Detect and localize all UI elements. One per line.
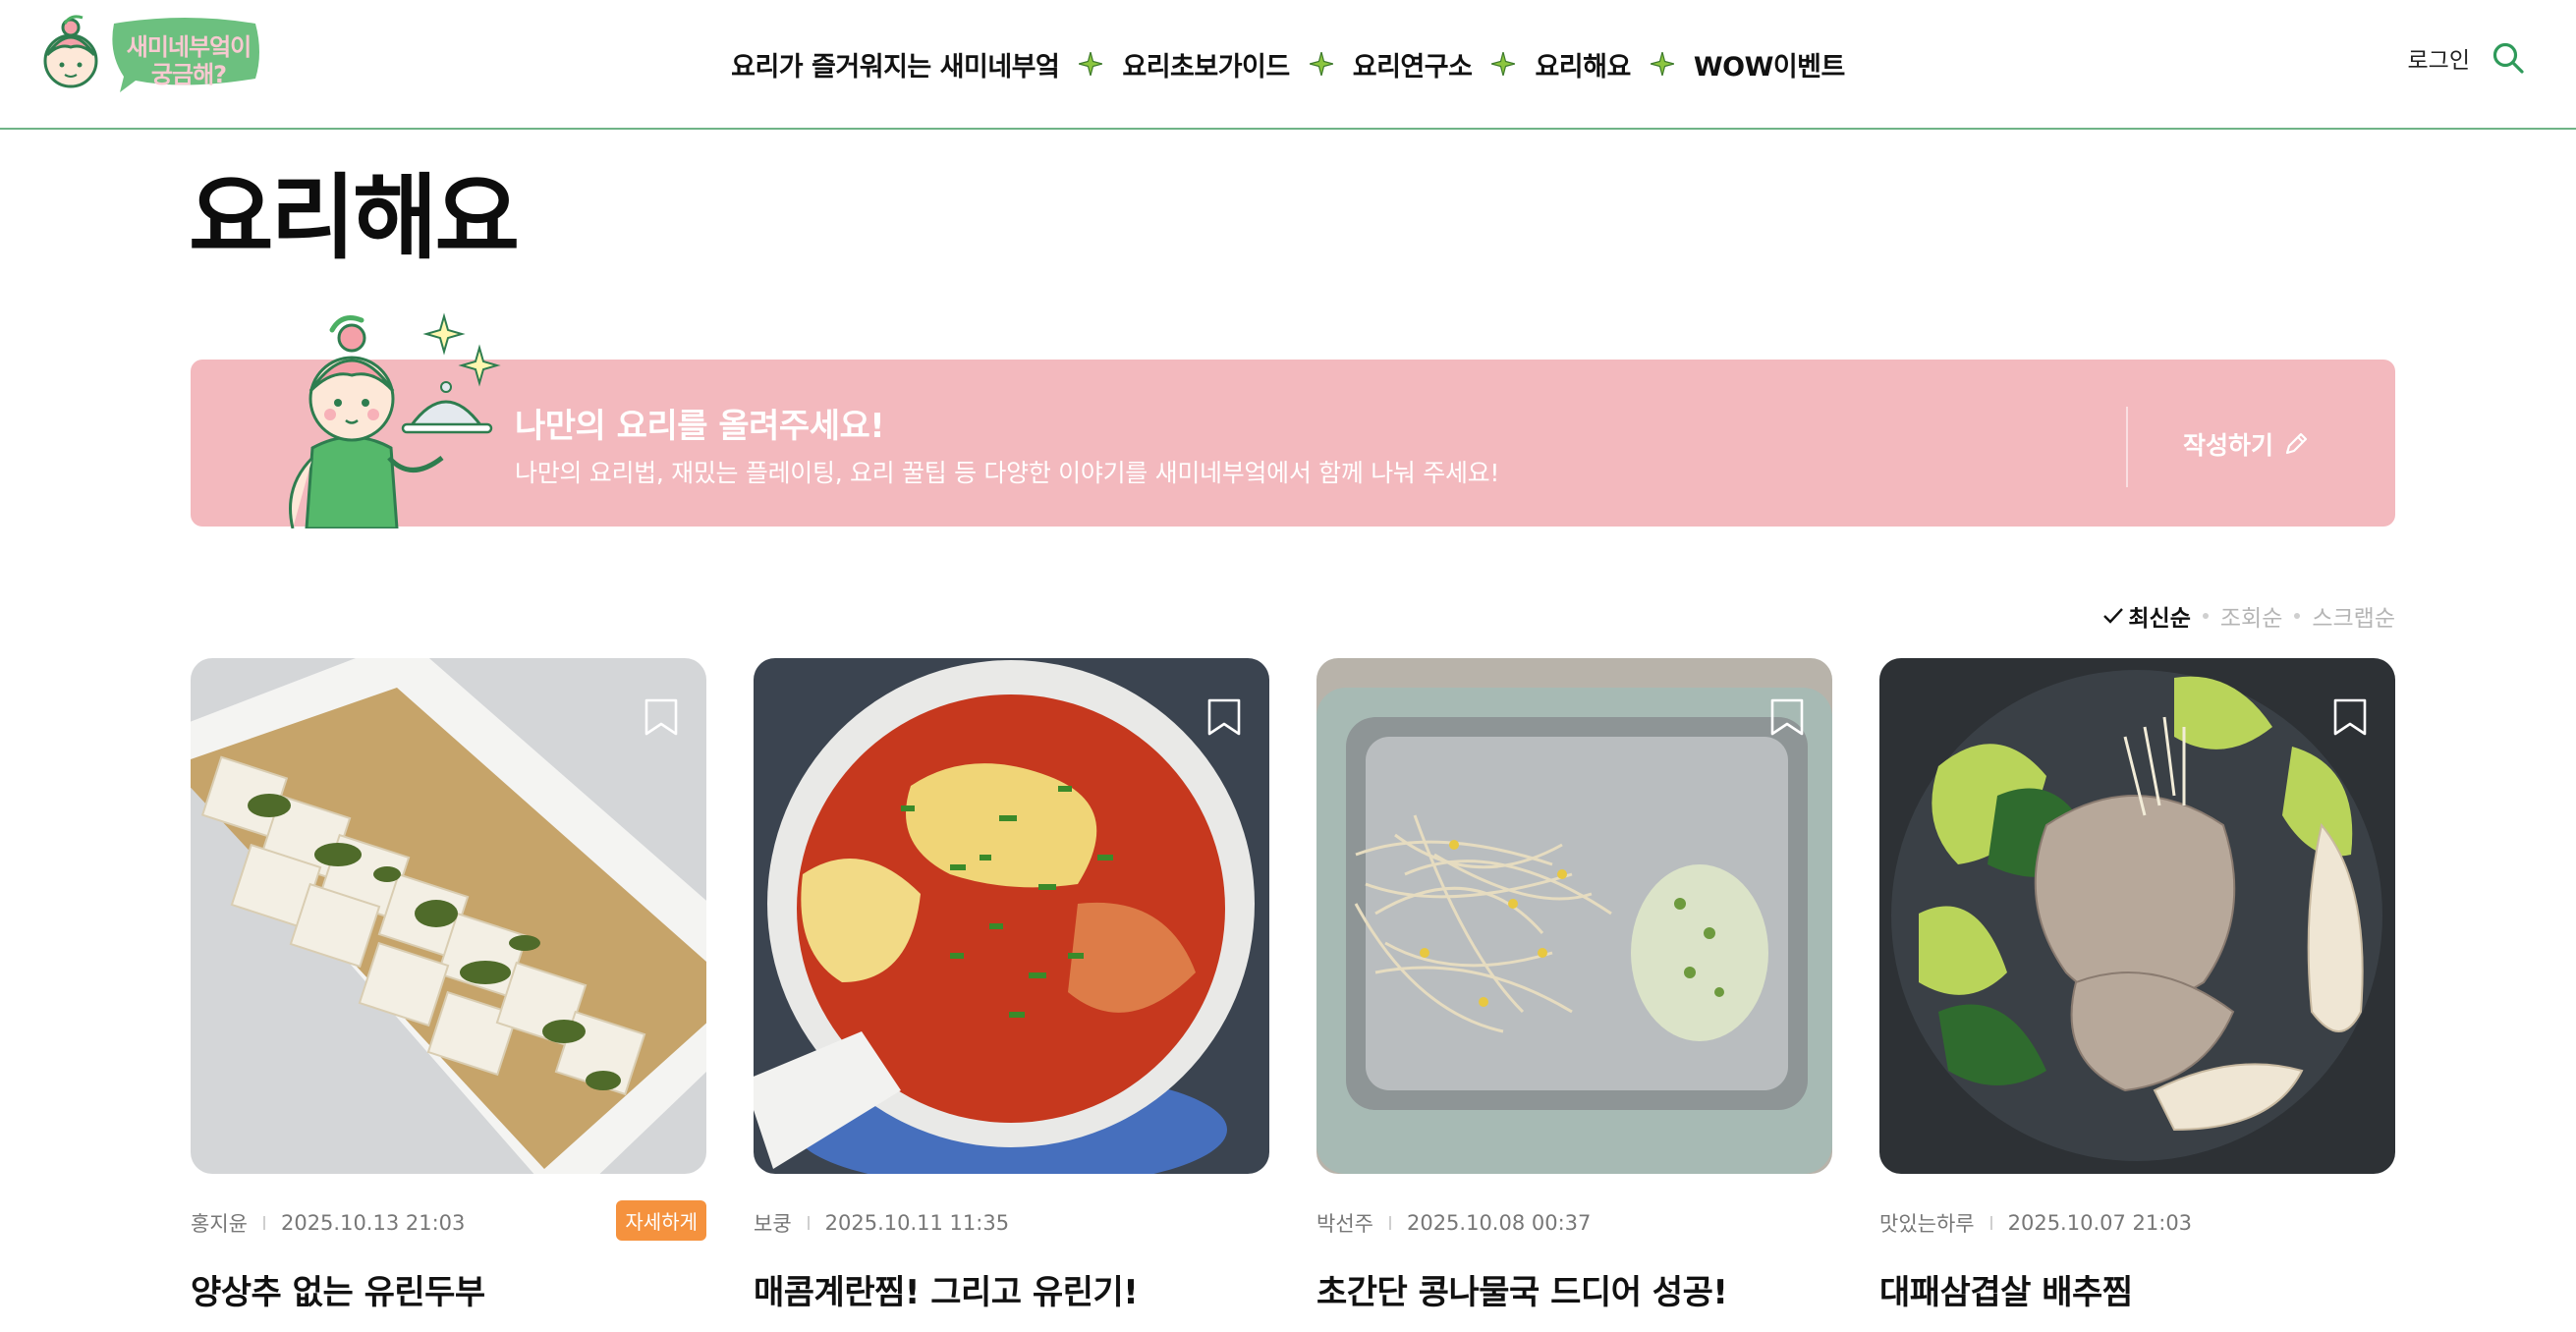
write-button-label: 작성하기 xyxy=(2183,431,2274,460)
meta-separator xyxy=(807,1216,810,1230)
card-meta: 맛있는하루 2025.10.07 21:03 xyxy=(1879,1208,2395,1238)
card-title[interactable]: 초간단 콩나물국 드디어 성공! xyxy=(1316,1265,1728,1313)
sort-options: 최신순 조회순 스크랩순 xyxy=(2102,599,2395,633)
egg-stew-photo xyxy=(754,658,1269,1174)
nav-item-cooking[interactable]: 요리해요 xyxy=(1535,45,1631,83)
star-icon xyxy=(1079,52,1103,76)
card-date: 2025.10.08 00:37 xyxy=(1406,1211,1592,1235)
sort-views[interactable]: 조회순 xyxy=(2220,599,2282,633)
search-icon[interactable] xyxy=(2492,41,2525,75)
site-header: 새미네부엌이 궁금해? 요리가 즐거워지는 새미네부엌 요리초보가이드 요리연구… xyxy=(0,0,2576,130)
star-icon xyxy=(1491,52,1516,76)
card-author: 맛있는하루 xyxy=(1879,1212,1975,1236)
card-date: 2025.10.07 21:03 xyxy=(2007,1211,2193,1235)
card-title[interactable]: 대패삼겹살 배추찜 xyxy=(1879,1265,2133,1313)
recipe-card[interactable]: 맛있는하루 2025.10.07 21:03 대패삼겹살 배추찜 xyxy=(1879,658,2395,1332)
meta-separator xyxy=(1388,1216,1391,1230)
nav-item-wow-event[interactable]: WOW이벤트 xyxy=(1694,45,1846,83)
sort-latest-label: 최신순 xyxy=(2128,606,2191,632)
card-image[interactable] xyxy=(191,658,706,1174)
card-meta: 홍지윤 2025.10.13 21:03 자세하게 xyxy=(191,1200,706,1241)
nav-item-beginner-guide[interactable]: 요리초보가이드 xyxy=(1122,45,1290,83)
login-link[interactable]: 로그인 xyxy=(2408,41,2470,75)
meta-separator xyxy=(1989,1216,1992,1230)
main-nav: 요리가 즐거워지는 새미네부엌 요리초보가이드 요리연구소 요리해요 WOW이벤… xyxy=(0,39,2576,88)
header-utilities: 로그인 xyxy=(2408,41,2525,75)
bookmark-icon[interactable] xyxy=(1769,697,1805,737)
card-image[interactable] xyxy=(1316,658,1832,1174)
chef-character-illustration xyxy=(289,312,501,528)
sort-separator xyxy=(2202,613,2209,619)
tofu-dish-photo xyxy=(191,658,706,1174)
check-icon xyxy=(2103,608,2124,624)
banner-description: 나만의 요리법, 재밌는 플레이팅, 요리 꿀팁 등 다양한 이야기를 새미네부… xyxy=(515,459,1500,487)
card-author: 보쿵 xyxy=(754,1212,792,1236)
banner-title: 나만의 요리를 올려주세요! xyxy=(515,407,885,446)
recipe-card[interactable]: 보쿵 2025.10.11 11:35 매콤계란찜! 그리고 유린기! xyxy=(754,658,1269,1332)
card-author: 박선주 xyxy=(1316,1212,1373,1236)
star-icon xyxy=(1309,52,1333,76)
write-button[interactable]: 작성하기 xyxy=(2183,426,2309,462)
nav-item-research[interactable]: 요리연구소 xyxy=(1353,45,1473,83)
bookmark-icon[interactable] xyxy=(644,697,679,737)
pencil-icon xyxy=(2285,432,2308,455)
card-title[interactable]: 매콤계란찜! 그리고 유린기! xyxy=(754,1265,1139,1313)
bean-sprout-photo xyxy=(1316,658,1832,1174)
nav-item-home[interactable]: 요리가 즐거워지는 새미네부엌 xyxy=(731,45,1060,83)
detail-badge: 자세하게 xyxy=(616,1200,706,1241)
banner-divider xyxy=(2126,407,2128,487)
card-date: 2025.10.11 11:35 xyxy=(824,1211,1010,1235)
sort-scraps[interactable]: 스크랩순 xyxy=(2312,599,2395,633)
meta-separator xyxy=(262,1216,265,1230)
card-image[interactable] xyxy=(754,658,1269,1174)
bookmark-icon[interactable] xyxy=(2332,697,2368,737)
card-date: 2025.10.13 21:03 xyxy=(280,1211,466,1235)
card-author: 홍지윤 xyxy=(191,1212,248,1236)
page-title: 요리해요 xyxy=(189,165,520,272)
card-meta: 박선주 2025.10.08 00:37 xyxy=(1316,1208,1832,1238)
bookmark-icon[interactable] xyxy=(1206,697,1242,737)
pork-cabbage-photo xyxy=(1879,658,2395,1174)
sort-separator xyxy=(2294,613,2301,619)
sort-latest[interactable]: 최신순 xyxy=(2102,599,2191,633)
card-meta: 보쿵 2025.10.11 11:35 xyxy=(754,1208,1269,1238)
star-icon xyxy=(1650,52,1674,76)
recipe-card[interactable]: 홍지윤 2025.10.13 21:03 자세하게 양상추 없는 유린두부 xyxy=(191,658,706,1332)
card-image[interactable] xyxy=(1879,658,2395,1174)
card-title[interactable]: 양상추 없는 유린두부 xyxy=(191,1265,485,1313)
recipe-card[interactable]: 박선주 2025.10.08 00:37 초간단 콩나물국 드디어 성공! xyxy=(1316,658,1832,1332)
